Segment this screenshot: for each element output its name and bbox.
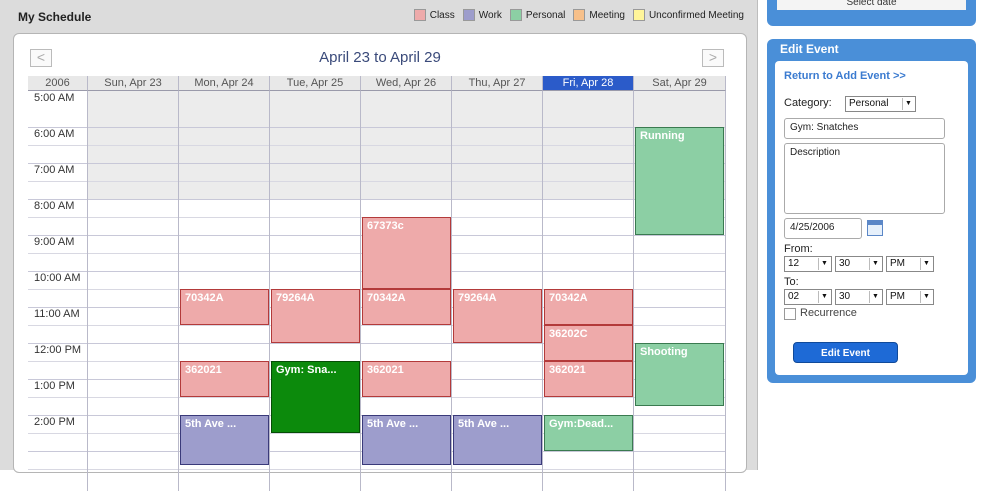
legend-swatch-class — [413, 9, 426, 21]
to-minute-value: 30 — [839, 291, 851, 302]
from-hour-select[interactable]: 12 ▼ — [784, 256, 832, 272]
calendar: < April 23 to April 29 > 2006 Sun, Apr 2… — [13, 33, 747, 491]
chevron-down-icon: ▼ — [902, 98, 914, 110]
day-column-sun[interactable] — [88, 91, 179, 491]
event-67373c[interactable]: 67373c — [362, 217, 451, 289]
chevron-down-icon: ▼ — [869, 258, 881, 270]
chevron-down-icon: ▼ — [920, 258, 932, 270]
edit-event-panel: Edit Event Return to Add Event >> Catego… — [767, 39, 976, 383]
event-shooting[interactable]: Shooting — [635, 343, 724, 406]
legend-class: Class — [413, 9, 455, 21]
time-label: 6:00 AM — [34, 128, 75, 140]
time-label: 1:00 PM — [34, 380, 75, 392]
day-header-thu[interactable]: Thu, Apr 27 — [452, 76, 543, 91]
event-362021-wed[interactable]: 362021 — [362, 361, 451, 397]
event-70342a-mon[interactable]: 70342A — [180, 289, 269, 325]
legend-personal: Personal — [509, 9, 566, 21]
week-title: April 23 to April 29 — [319, 49, 441, 66]
return-to-add-event-link[interactable]: Return to Add Event >> — [784, 70, 906, 82]
date-input[interactable]: 4/25/2006 — [784, 218, 862, 239]
legend-unconfirmed: Unconfirmed Meeting — [632, 9, 744, 21]
to-hour-select[interactable]: 02 ▼ — [784, 289, 832, 305]
legend-label-meeting: Meeting — [589, 9, 625, 21]
event-79264a-thu[interactable]: 79264A — [453, 289, 542, 343]
schedule-title: My Schedule — [18, 10, 92, 24]
from-ampm-value: PM — [890, 258, 905, 269]
to-label: To: — [784, 276, 799, 288]
day-header-fri[interactable]: Fri, Apr 28 — [543, 76, 634, 91]
event-5th-ave-wed[interactable]: 5th Ave ... — [362, 415, 451, 465]
event-running[interactable]: Running — [635, 127, 724, 235]
schedule-panel: My Schedule Class Work Personal Meeting … — [0, 0, 758, 491]
day-header-sat[interactable]: Sat, Apr 29 — [634, 76, 726, 91]
to-hour-value: 02 — [788, 291, 800, 302]
edit-event-form: Return to Add Event >> Category: Persona… — [775, 61, 968, 375]
event-5th-ave-thu[interactable]: 5th Ave ... — [453, 415, 542, 465]
event-title-input[interactable]: Gym: Snatches — [784, 118, 945, 139]
time-label: 5:00 AM — [34, 92, 75, 104]
year-header: 2006 — [28, 76, 88, 91]
legend-swatch-personal — [509, 9, 522, 21]
calendar-grid: 2006 Sun, Apr 23 Mon, Apr 24 Tue, Apr 25… — [28, 76, 726, 491]
time-label: 12:00 PM — [34, 344, 82, 356]
legend-swatch-work — [462, 9, 475, 21]
category-select[interactable]: Personal ▼ — [845, 96, 916, 112]
legend-swatch-meeting — [573, 9, 586, 21]
to-ampm-value: PM — [890, 291, 905, 302]
event-362021-fri[interactable]: 362021 — [544, 361, 633, 397]
legend-label-personal: Personal — [525, 9, 566, 21]
calendar-icon[interactable] — [867, 220, 883, 236]
from-minute-value: 30 — [839, 258, 851, 269]
edit-event-title: Edit Event — [780, 42, 839, 56]
from-label: From: — [784, 243, 813, 255]
time-label: 11:00 AM — [34, 308, 80, 320]
category-label: Category: — [784, 97, 832, 109]
event-36202c[interactable]: 36202C — [544, 325, 633, 361]
to-ampm-select[interactable]: PM ▼ — [886, 289, 934, 305]
legend-label-work: Work — [478, 9, 502, 21]
to-minute-select[interactable]: 30 ▼ — [835, 289, 883, 305]
legend-meeting: Meeting — [573, 9, 625, 21]
legend: Class Work Personal Meeting Unconfirmed … — [406, 9, 744, 21]
select-date-panel: Select date — [767, 0, 976, 26]
time-label: 10:00 AM — [34, 272, 81, 284]
time-column — [28, 91, 88, 491]
event-70342a-wed[interactable]: 70342A — [362, 289, 451, 325]
schedule-header: My Schedule Class Work Personal Meeting … — [6, 6, 750, 28]
time-label: 8:00 AM — [34, 200, 75, 212]
event-70342a-fri[interactable]: 70342A — [544, 289, 633, 325]
recurrence-checkbox[interactable] — [784, 308, 796, 320]
chevron-down-icon: ▼ — [818, 291, 830, 303]
day-header-wed[interactable]: Wed, Apr 26 — [361, 76, 452, 91]
next-week-button[interactable]: > — [702, 49, 724, 67]
time-label: 2:00 PM — [34, 416, 75, 428]
legend-label-class: Class — [429, 9, 455, 21]
event-gym-snatches[interactable]: Gym: Sna... — [271, 361, 360, 433]
edit-event-button[interactable]: Edit Event — [793, 342, 898, 363]
legend-swatch-unconfirmed — [632, 9, 645, 21]
legend-label-unconfirmed: Unconfirmed Meeting — [648, 9, 744, 21]
recurrence-label: Recurrence — [800, 307, 857, 319]
legend-work: Work — [462, 9, 502, 21]
from-minute-select[interactable]: 30 ▼ — [835, 256, 883, 272]
category-value: Personal — [849, 98, 889, 109]
from-ampm-select[interactable]: PM ▼ — [886, 256, 934, 272]
chevron-down-icon: ▼ — [818, 258, 830, 270]
description-textarea[interactable]: Description — [784, 143, 945, 214]
event-gym-dead[interactable]: Gym:Dead... — [544, 415, 633, 451]
day-header-tue[interactable]: Tue, Apr 25 — [270, 76, 361, 91]
chevron-down-icon: ▼ — [869, 291, 881, 303]
select-date-button[interactable]: Select date — [777, 0, 966, 10]
event-5th-ave-mon[interactable]: 5th Ave ... — [180, 415, 269, 465]
day-header-mon[interactable]: Mon, Apr 24 — [179, 76, 270, 91]
event-79264a-tue[interactable]: 79264A — [271, 289, 360, 343]
day-header-sun[interactable]: Sun, Apr 23 — [88, 76, 179, 91]
from-hour-value: 12 — [788, 258, 800, 269]
event-362021-mon[interactable]: 362021 — [180, 361, 269, 397]
time-label: 9:00 AM — [34, 236, 75, 248]
chevron-down-icon: ▼ — [920, 291, 932, 303]
time-label: 7:00 AM — [34, 164, 75, 176]
